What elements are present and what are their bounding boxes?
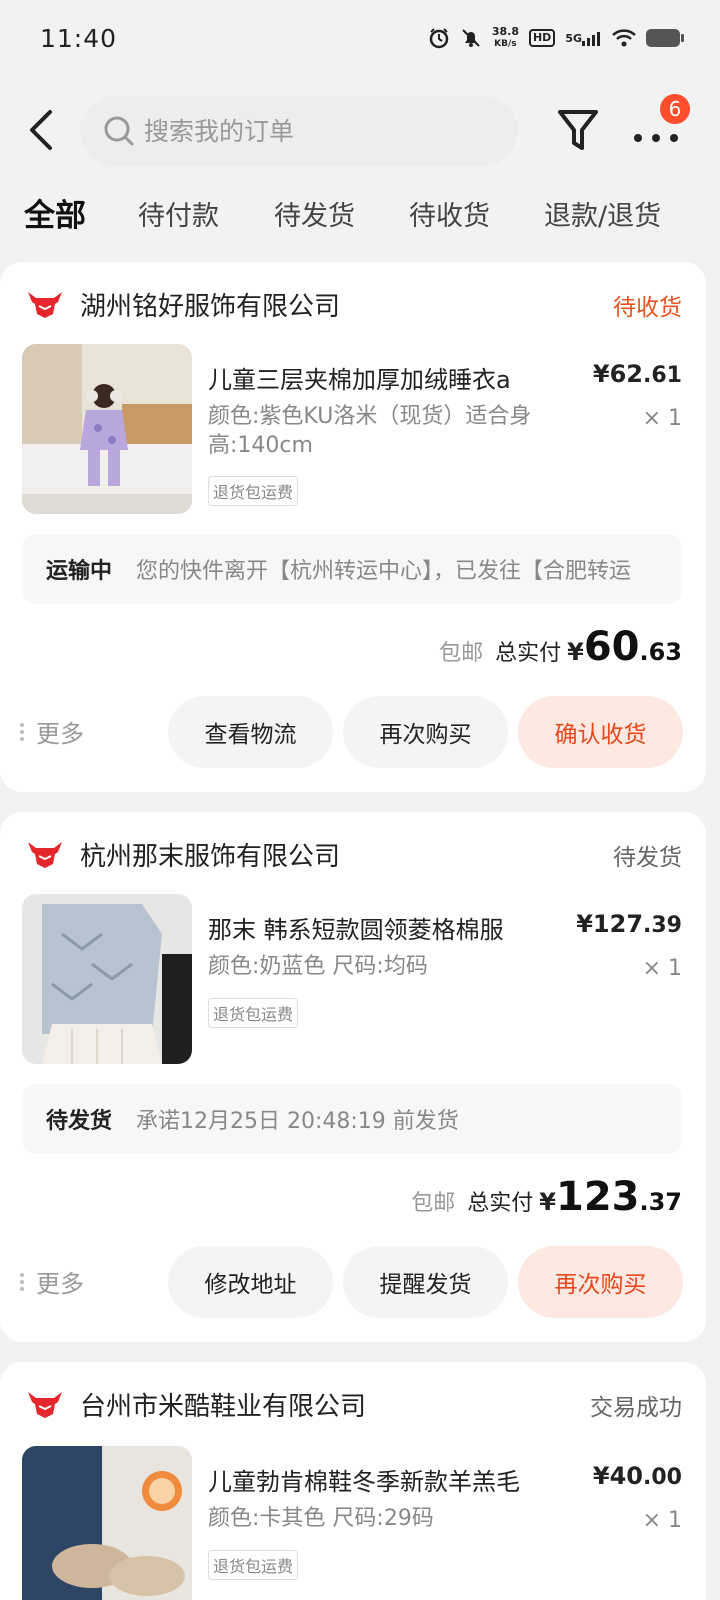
shop-logo-icon xyxy=(28,1392,62,1418)
return-shipping-tag: 退货包运费 xyxy=(208,998,299,1028)
total-label: 总实付 xyxy=(467,1191,534,1216)
total-label: 总实付 xyxy=(495,641,562,666)
search-input[interactable] xyxy=(144,116,484,146)
shop-logo-icon xyxy=(28,842,62,868)
filter-button[interactable] xyxy=(556,106,600,154)
return-shipping-tag: 退货包运费 xyxy=(208,1550,299,1580)
product-quantity: × 1 xyxy=(642,406,682,431)
product-quantity: × 1 xyxy=(642,956,682,981)
order-tabs: 全部 待付款 待发货 待收货 退款/退货 xyxy=(0,188,720,248)
status-icons: 38.8 KB/s HD 5G xyxy=(428,25,684,50)
logistics-state: 待发货 xyxy=(46,1109,113,1134)
shop-header[interactable]: 杭州那末服饰有限公司 xyxy=(26,834,340,874)
alarm-icon xyxy=(428,27,450,49)
product-image[interactable] xyxy=(22,894,192,1064)
shop-name[interactable]: 台州市米酷鞋业有限公司 xyxy=(80,1386,366,1423)
product-title[interactable]: 儿童勃肯棉鞋冬季新款羊羔毛 xyxy=(208,1462,520,1497)
confirm-receipt-button[interactable]: 确认收货 xyxy=(518,696,683,768)
total-amount-integer: 60 xyxy=(583,624,640,670)
shop-name[interactable]: 杭州那末服饰有限公司 xyxy=(80,836,340,873)
order-status: 待收货 xyxy=(613,295,682,321)
product-price: ¥40.00 xyxy=(592,1462,682,1490)
order-card[interactable]: 杭州那末服饰有限公司 待发货 那末 韩系短款圆领菱格棉服 颜色:奶蓝色 尺码:均… xyxy=(0,812,706,1342)
search-icon xyxy=(104,116,134,146)
hd-icon: HD xyxy=(528,29,556,47)
product-price: ¥62.61 xyxy=(592,360,682,388)
more-actions-link[interactable]: 更多 xyxy=(20,714,84,749)
view-logistics-button[interactable]: 查看物流 xyxy=(168,696,333,768)
battery-icon xyxy=(646,29,684,47)
currency-symbol: ¥ xyxy=(539,1188,556,1216)
logistics-bar[interactable]: 运输中 您的快件离开【杭州转运中心】，已发往【合肥转运 xyxy=(22,534,682,604)
product-quantity: × 1 xyxy=(642,1508,682,1533)
product-price: ¥127.39 xyxy=(576,910,682,938)
product-title[interactable]: 儿童三层夹棉加厚加绒睡衣a xyxy=(208,360,511,395)
vertical-dots-icon xyxy=(20,722,24,741)
modify-address-button[interactable]: 修改地址 xyxy=(168,1246,333,1318)
currency-symbol: ¥ xyxy=(567,638,584,666)
free-shipping-label: 包邮 xyxy=(439,641,484,666)
chevron-left-icon xyxy=(30,110,52,150)
buy-again-button[interactable]: 再次购买 xyxy=(343,696,508,768)
cellular-signal-icon: 5G xyxy=(565,30,602,46)
free-shipping-label: 包邮 xyxy=(411,1191,456,1216)
logistics-text: 您的快件离开【杭州转运中心】，已发往【合肥转运 xyxy=(136,559,632,584)
order-card[interactable]: 湖州铭好服饰有限公司 待收货 儿童三层夹棉加厚加绒睡衣a 颜色:紫色KU洛米（现… xyxy=(0,262,706,792)
network-speed: 38.8 KB/s xyxy=(491,25,519,49)
total-amount-decimal: .37 xyxy=(639,1188,682,1216)
tab-pending-receipt[interactable]: 待收货 xyxy=(409,194,490,233)
notification-badge: 6 xyxy=(658,92,692,126)
tab-pending-payment[interactable]: 待付款 xyxy=(138,194,219,233)
order-actions: 更多 查看物流 再次购买 确认收货 xyxy=(0,696,706,768)
mute-bell-icon xyxy=(460,27,482,49)
tab-refund-return[interactable]: 退款/退货 xyxy=(544,194,661,233)
header: 6 xyxy=(0,92,720,168)
back-button[interactable] xyxy=(26,102,66,158)
status-time: 11:40 xyxy=(40,23,118,53)
product-image[interactable] xyxy=(22,1446,192,1600)
order-status: 待发货 xyxy=(613,845,682,871)
shop-name[interactable]: 湖州铭好服饰有限公司 xyxy=(80,286,340,323)
order-total: 包邮 总实付 ¥ 123 .37 xyxy=(411,1174,682,1220)
search-bar[interactable] xyxy=(80,96,518,166)
product-spec: 颜色:紫色KU洛米（现货）适合身高:140cm xyxy=(208,404,532,458)
shop-header[interactable]: 台州市米酷鞋业有限公司 xyxy=(26,1384,366,1424)
order-total: 包邮 总实付 ¥ 60 .63 xyxy=(439,624,682,670)
total-amount-integer: 123 xyxy=(555,1174,640,1220)
more-actions-link[interactable]: 更多 xyxy=(20,1264,84,1299)
product-title[interactable]: 那末 韩系短款圆领菱格棉服 xyxy=(208,910,504,945)
shop-logo-icon xyxy=(28,292,62,318)
vertical-dots-icon xyxy=(20,1272,24,1291)
status-bar: 11:40 38.8 KB/s HD 5G xyxy=(0,0,720,76)
product-spec: 颜色:卡其色 尺码:29码 xyxy=(208,1506,434,1531)
shop-header[interactable]: 湖州铭好服饰有限公司 xyxy=(26,284,340,324)
logistics-bar[interactable]: 待发货 承诺12月25日 20:48:19 前发货 xyxy=(22,1084,682,1154)
logistics-text: 承诺12月25日 20:48:19 前发货 xyxy=(136,1109,459,1134)
order-actions: 更多 修改地址 提醒发货 再次购买 xyxy=(0,1246,706,1318)
filter-icon xyxy=(558,110,598,150)
total-amount-decimal: .63 xyxy=(639,638,682,666)
wifi-icon xyxy=(612,29,636,47)
product-spec: 颜色:奶蓝色 尺码:均码 xyxy=(208,954,428,979)
return-shipping-tag: 退货包运费 xyxy=(208,476,299,506)
order-status: 交易成功 xyxy=(590,1395,682,1421)
tab-all[interactable]: 全部 xyxy=(24,190,86,235)
product-image[interactable] xyxy=(22,344,192,514)
logistics-state: 运输中 xyxy=(46,559,113,584)
order-card[interactable]: 台州市米酷鞋业有限公司 交易成功 儿童勃肯棉鞋冬季新款羊羔毛 颜色:卡其色 尺码… xyxy=(0,1362,706,1600)
remind-shipment-button[interactable]: 提醒发货 xyxy=(343,1246,508,1318)
buy-again-button[interactable]: 再次购买 xyxy=(518,1246,683,1318)
tab-pending-shipment[interactable]: 待发货 xyxy=(274,194,355,233)
